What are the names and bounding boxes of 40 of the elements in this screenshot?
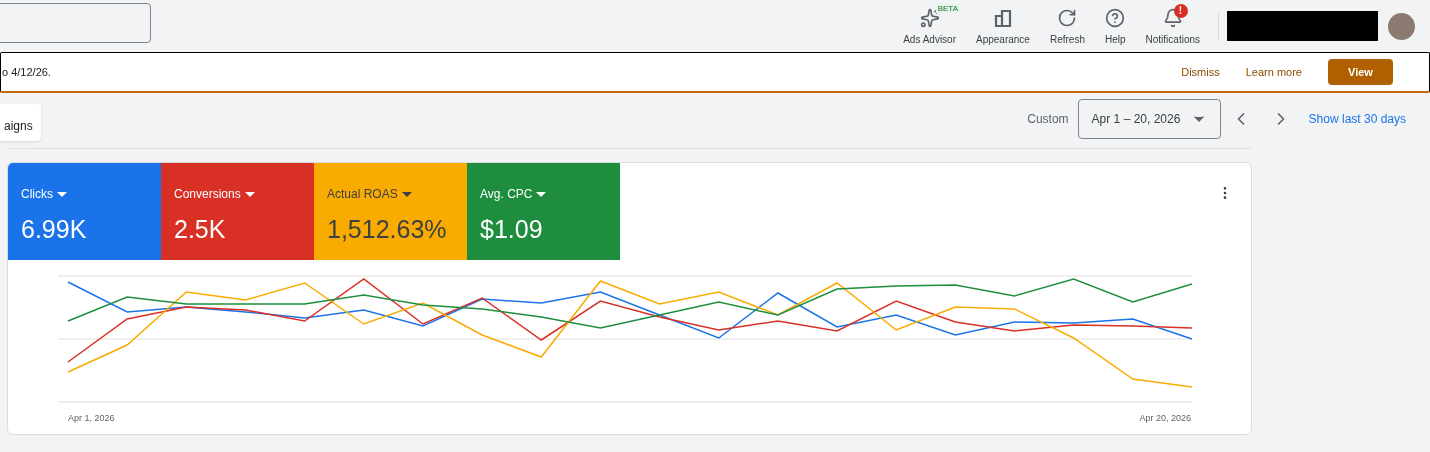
sparkle-icon bbox=[919, 7, 940, 28]
metric-value: $1.09 bbox=[480, 214, 544, 245]
metric-label: Avg. CPC bbox=[480, 185, 620, 203]
toolbar-button[interactable]: Refresh bbox=[1041, 3, 1093, 49]
toolbar-button[interactable]: BETA Ads Advisor bbox=[895, 3, 964, 49]
metric-value: 1,512.63% bbox=[327, 214, 448, 245]
metric-tile[interactable]: Avg. CPC $1.09 bbox=[467, 163, 620, 260]
refresh-icon bbox=[1057, 7, 1078, 28]
date-range-dropdown[interactable]: Apr 1 – 20, 2026 bbox=[1077, 99, 1221, 139]
toolbar-button[interactable]: Appearance bbox=[968, 3, 1038, 49]
toolbar-button[interactable]: Help bbox=[1096, 3, 1134, 49]
metric-label: Conversions bbox=[174, 185, 314, 203]
help-icon bbox=[1105, 7, 1126, 28]
campaigns-tab[interactable]: aigns bbox=[0, 103, 41, 141]
metric-label: Actual ROAS bbox=[327, 185, 467, 203]
caret-icon bbox=[244, 191, 255, 197]
avatar[interactable] bbox=[1388, 12, 1415, 40]
caret-icon bbox=[57, 191, 67, 197]
metric-value: 2.5K bbox=[174, 214, 227, 245]
bell-icon bbox=[1162, 7, 1183, 28]
metric-tile[interactable]: Conversions 2.5K bbox=[161, 163, 314, 260]
alert-badge: ! bbox=[1173, 3, 1188, 18]
banner-text: o 4/12/26. bbox=[2, 64, 51, 80]
axis-label: Apr 1, 2026 bbox=[68, 412, 115, 425]
search-field[interactable] bbox=[0, 3, 151, 43]
caret-icon bbox=[536, 191, 547, 197]
view-button[interactable]: View bbox=[1328, 59, 1393, 85]
show-last-30-days-link[interactable]: Show last 30 days bbox=[1308, 110, 1406, 128]
beta-badge: BETA bbox=[935, 3, 960, 13]
metric-tile[interactable]: Clicks 6.99K bbox=[8, 163, 161, 260]
caret-icon bbox=[401, 191, 412, 197]
toolbar-button[interactable]: ! Notifications bbox=[1137, 3, 1208, 49]
banner-link[interactable]: Dismiss bbox=[1181, 63, 1220, 81]
layout-icon bbox=[992, 7, 1013, 28]
metric-label: Clicks bbox=[21, 185, 161, 203]
banner-link[interactable]: Learn more bbox=[1245, 63, 1302, 81]
range-label: Custom bbox=[1027, 111, 1069, 128]
metric-tile[interactable]: Actual ROAS 1,512.63% bbox=[314, 163, 467, 260]
metric-value: 6.99K bbox=[21, 214, 88, 245]
axis-label: Apr 20, 2026 bbox=[1139, 412, 1191, 425]
